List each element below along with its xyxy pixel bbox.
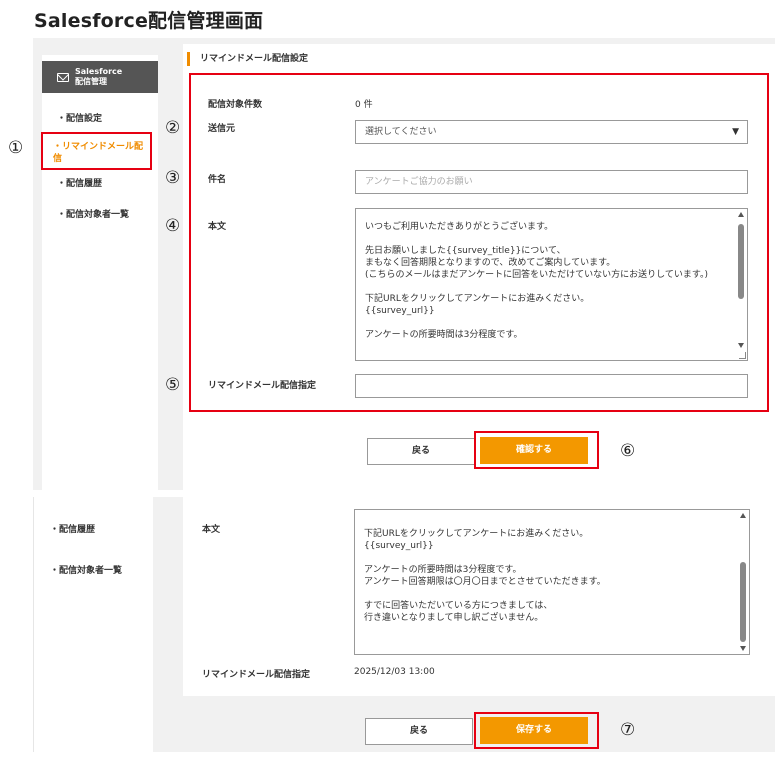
confirm-button[interactable]: 確認する	[480, 437, 588, 464]
marker-2: ②	[165, 118, 181, 138]
schedule-label: リマインドメール配信指定	[208, 381, 317, 391]
body-textarea[interactable]: いつもご利用いただきありがとうございます。 先日お願いしました{{survey_…	[355, 208, 748, 361]
sidebar-item-recipient-list-2[interactable]: ・配信対象者一覧	[50, 563, 122, 576]
marker-3: ③	[165, 168, 181, 188]
sender-select[interactable]: 選択してください ▼	[355, 120, 748, 144]
brand-header[interactable]: Salesforce 配信管理	[42, 61, 158, 93]
section-title: リマインドメール配信設定	[187, 52, 308, 66]
scroll-thumb[interactable]	[738, 224, 744, 299]
sender-label: 送信元	[208, 124, 236, 134]
subject-placeholder: アンケートご協力のお願い	[365, 177, 473, 187]
sidebar-item-delivery-settings[interactable]: ・配信設定	[57, 111, 102, 124]
sidebar-item-recipient-list[interactable]: ・配信対象者一覧	[57, 207, 129, 220]
subject-label: 件名	[208, 175, 227, 185]
count-label: 配信対象件数	[208, 100, 263, 110]
scroll-down-icon[interactable]	[740, 646, 746, 651]
confirm-body-textarea[interactable]: 下記URLをクリックしてアンケートにお進みください。 {{survey_url}…	[354, 509, 750, 655]
back-button-2[interactable]: 戻る	[365, 718, 473, 745]
count-value: 0 件	[355, 100, 373, 110]
body-text: いつもご利用いただきありがとうございます。 先日お願いしました{{survey_…	[365, 222, 708, 340]
schedule-input[interactable]	[355, 374, 748, 398]
marker-5: ⑤	[165, 375, 181, 395]
save-button[interactable]: 保存する	[480, 717, 588, 744]
confirm-body-scrollbar[interactable]	[737, 510, 749, 654]
scroll-up-icon[interactable]	[740, 513, 746, 518]
brand-line2: 配信管理	[75, 77, 107, 86]
body-label: 本文	[208, 222, 227, 232]
sidebar-item-delivery-history-2[interactable]: ・配信履歴	[50, 522, 95, 535]
confirm-body-text: 下記URLをクリックしてアンケートにお進みください。 {{survey_url}…	[364, 529, 606, 623]
body-scrollbar[interactable]	[735, 209, 747, 360]
marker-7: ⑦	[620, 720, 636, 740]
scroll-thumb[interactable]	[740, 562, 746, 642]
resize-grip-icon[interactable]	[739, 352, 746, 359]
sidebar-divider	[33, 497, 34, 752]
sidebar-item-delivery-history[interactable]: ・配信履歴	[57, 176, 102, 189]
sender-select-value: 選択してください	[365, 127, 437, 137]
scroll-up-icon[interactable]	[738, 212, 744, 217]
marker-6: ⑥	[620, 441, 636, 461]
brand-line1: Salesforce	[75, 67, 123, 76]
mail-icon	[57, 72, 69, 82]
confirm-schedule-label: リマインドメール配信指定	[202, 670, 311, 680]
marker-1: ①	[8, 138, 24, 158]
confirm-schedule-value: 2025/12/03 13:00	[354, 667, 435, 677]
page-title: Salesforce配信管理画面	[34, 10, 264, 32]
sidebar-item-reminder-mail[interactable]: ・リマインドメール配信	[53, 141, 145, 165]
scroll-down-icon[interactable]	[738, 343, 744, 348]
marker-4: ④	[165, 216, 181, 236]
back-button[interactable]: 戻る	[367, 438, 475, 465]
dropdown-arrow-icon: ▼	[732, 127, 739, 137]
subject-input[interactable]: アンケートご協力のお願い	[355, 170, 748, 194]
confirm-body-label: 本文	[202, 525, 221, 535]
